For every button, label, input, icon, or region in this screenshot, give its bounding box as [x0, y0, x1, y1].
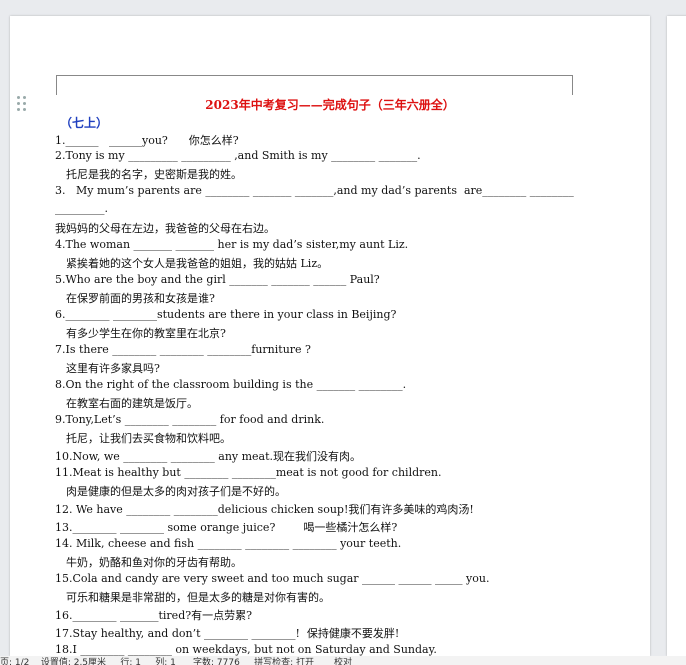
document-line: 4.The woman _______ _______ her is my da…	[55, 238, 409, 251]
document-line: 1.______ ______you? 你怎么样?	[55, 134, 239, 147]
document-line: 10.Now, we ________ ________ any meat.现在…	[55, 450, 362, 463]
document-line: 9.Tony,Let’s ________ ________ for food …	[55, 413, 325, 426]
document-line: 18.I ________ ________ on weekdays, but …	[55, 643, 437, 656]
document-line: 托尼是我的名字，史密斯是我的姓。	[66, 168, 242, 181]
document-line: 14. Milk, cheese and fish ________ _____…	[55, 537, 402, 550]
document-line: 我妈妈的父母在左边，我爸爸的父母在右边。	[55, 222, 275, 235]
document-line: 这里有许多家具吗?	[66, 362, 160, 375]
document-line: 有多少学生在你的教室里在北京?	[66, 327, 226, 340]
document-line: 15.Cola and candy are very sweet and too…	[55, 572, 490, 585]
document-line: 肉是健康的但是太多的肉对孩子们是不好的。	[66, 485, 286, 498]
header-rule	[56, 75, 572, 76]
document-line: 在教室右面的建筑是饭厅。	[66, 397, 198, 410]
document-line: 17.Stay healthy, and don’t ________ ____…	[55, 627, 400, 640]
document-line: 5.Who are the boy and the girl _______ _…	[55, 273, 380, 286]
document-line: 牛奶，奶酪和鱼对你的牙齿有帮助。	[66, 556, 242, 569]
document-line: 托尼，让我们去买食物和饮料吧。	[66, 432, 231, 445]
margin-corner-left	[56, 75, 57, 95]
document-line: 6.________ ________students are there in…	[55, 308, 397, 321]
document-line: 13.________ ________ some orange juice? …	[55, 521, 398, 534]
document-line: 紧挨着她的这个女人是我爸爸的姐姐，我的姑姑 Liz。	[66, 257, 329, 270]
document-line: 3. My mum’s parents are ________ _______…	[55, 184, 574, 197]
document-title: 2023年中考复习——完成句子（三年六册全）	[205, 98, 455, 112]
document-line: 可乐和糖果是非常甜的，但是太多的糖是对你有害的。	[66, 591, 330, 604]
document-page: 2023年中考复习——完成句子（三年六册全） （七上） 1.______ ___…	[10, 16, 650, 656]
document-line: _________.	[55, 202, 108, 215]
next-page-edge	[667, 16, 686, 656]
status-bar: 页: 1/2 设置值: 2.5厘米 行: 1 列: 1 字数: 7776 拼写检…	[0, 656, 686, 665]
document-line: 在保罗前面的男孩和女孩是谁?	[66, 292, 215, 305]
margin-corner-right	[572, 75, 573, 95]
document-line: 8.On the right of the classroom building…	[55, 378, 407, 391]
document-line: 7.Is there ________ ________ ________fur…	[55, 343, 311, 356]
document-line: 11.Meat is healthy but ________ ________…	[55, 466, 442, 479]
document-line: 2.Tony is my _________ _________ ,and Sm…	[55, 149, 421, 162]
document-line: 12. We have ________ ________delicious c…	[55, 503, 474, 516]
section-heading: （七上）	[60, 116, 109, 130]
document-line: 16.________ _______tired?有一点劳累?	[55, 609, 253, 622]
